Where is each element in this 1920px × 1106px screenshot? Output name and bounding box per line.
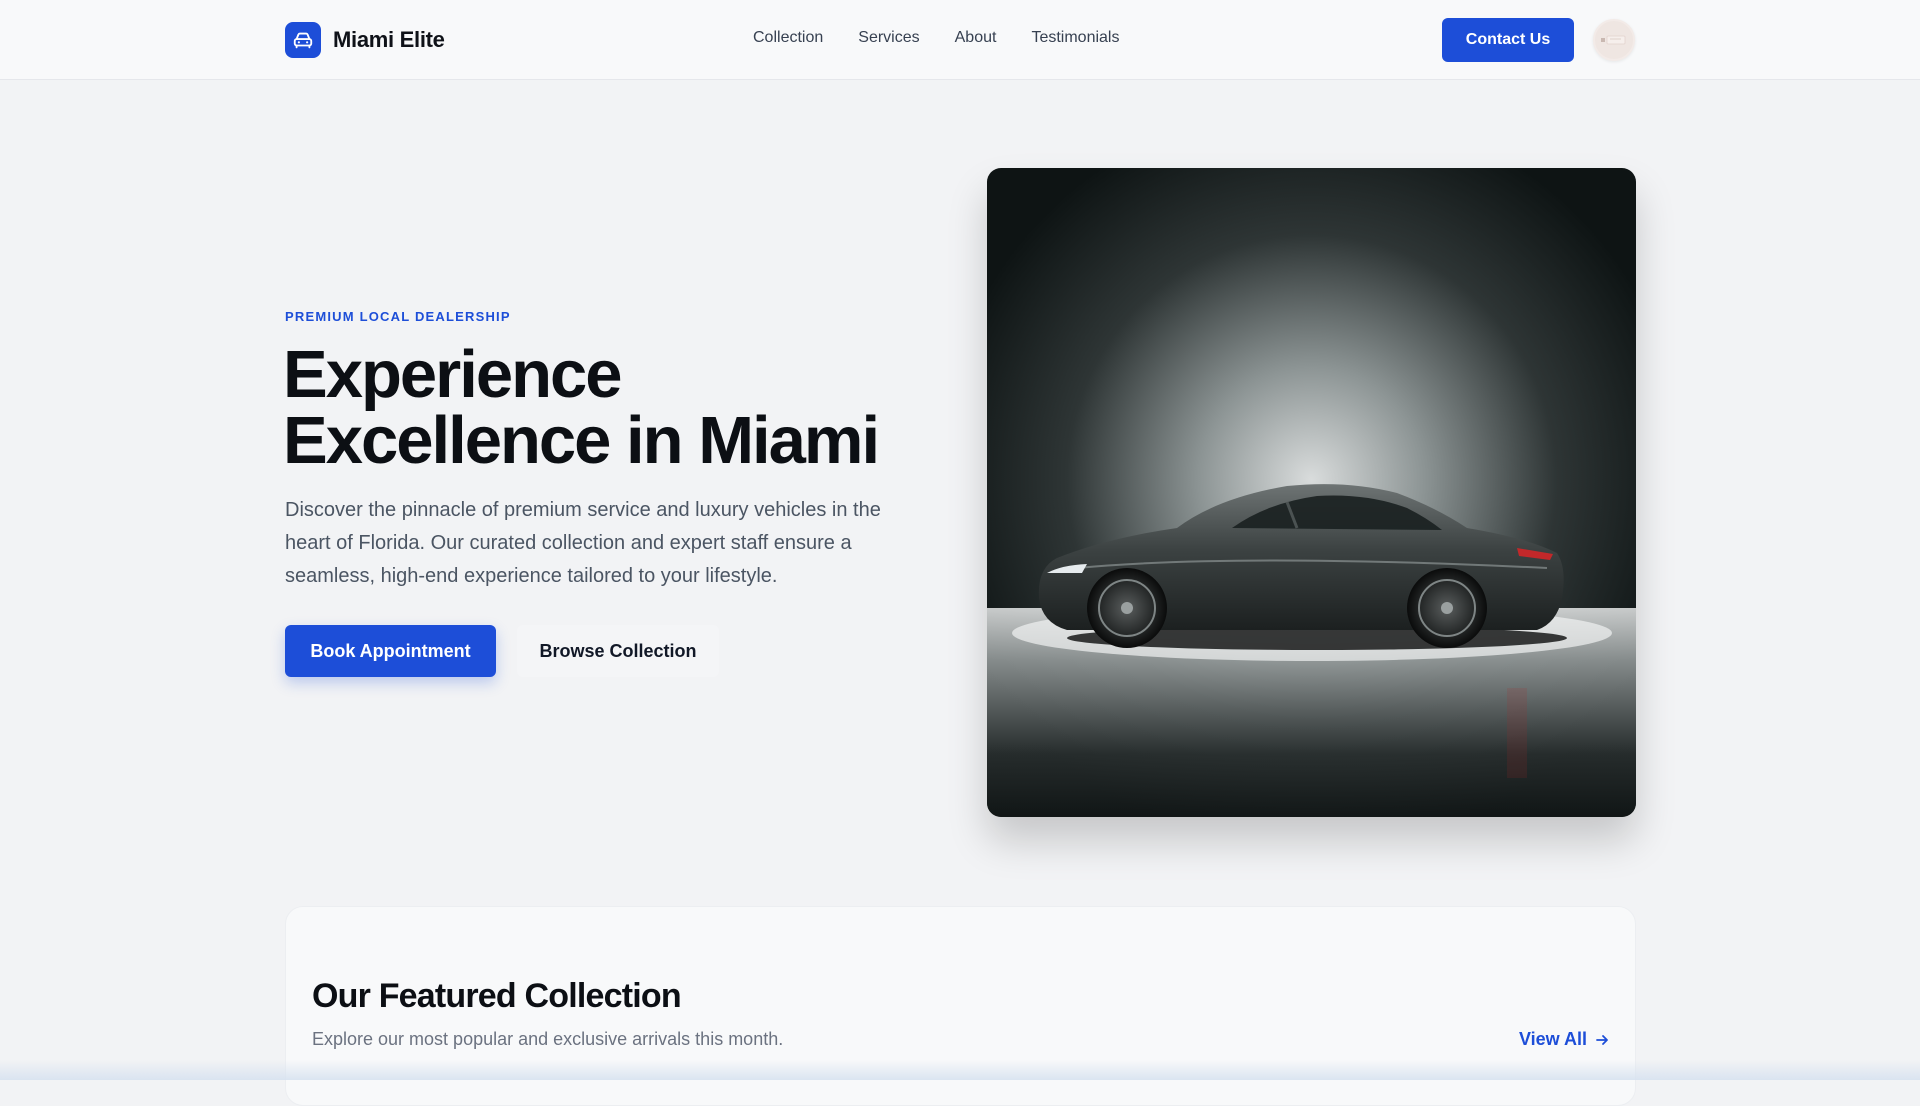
car-icon — [285, 22, 321, 58]
view-all-link[interactable]: View All — [1519, 1029, 1609, 1050]
featured-title: Our Featured Collection — [312, 977, 682, 1015]
book-appointment-button[interactable]: Book Appointment — [285, 625, 496, 677]
hero-description: Discover the pinnacle of premium service… — [285, 499, 881, 587]
hero-car-image — [987, 168, 1636, 817]
hero-title-line1: Experience — [283, 337, 623, 412]
nav-link-collection[interactable]: Collection — [753, 29, 823, 47]
hero-eyebrow: PREMIUM LOCAL DEALERSHIP — [285, 309, 511, 324]
main-nav: Collection Services About Testimonials — [753, 29, 1119, 47]
arrow-right-icon — [1596, 1034, 1608, 1045]
nav-link-testimonials[interactable]: Testimonials — [1031, 29, 1119, 47]
view-all-label: View All — [1518, 1029, 1587, 1049]
browse-collection-button[interactable]: Browse Collection — [517, 625, 719, 677]
hero-title-line2: Excellence in Miami — [283, 403, 880, 478]
featured-subtitle: Explore our most popular and exclusive a… — [312, 1029, 784, 1049]
brand[interactable]: Miami Elite — [285, 22, 445, 58]
bottom-gradient — [0, 1060, 1920, 1080]
nav-link-about[interactable]: About — [955, 29, 997, 47]
avatar-image-icon — [1601, 35, 1626, 45]
hero-title: Experience Excellence in Miami — [283, 341, 983, 474]
avatar[interactable] — [1593, 19, 1635, 61]
navbar-inner: Miami Elite Collection Services About Te… — [285, 0, 1635, 80]
sports-car-illustration — [987, 168, 1636, 817]
contact-us-button[interactable]: Contact Us — [1442, 18, 1574, 62]
nav-link-services[interactable]: Services — [858, 29, 919, 47]
navbar: Miami Elite Collection Services About Te… — [0, 0, 1920, 80]
brand-name: Miami Elite — [333, 27, 445, 52]
